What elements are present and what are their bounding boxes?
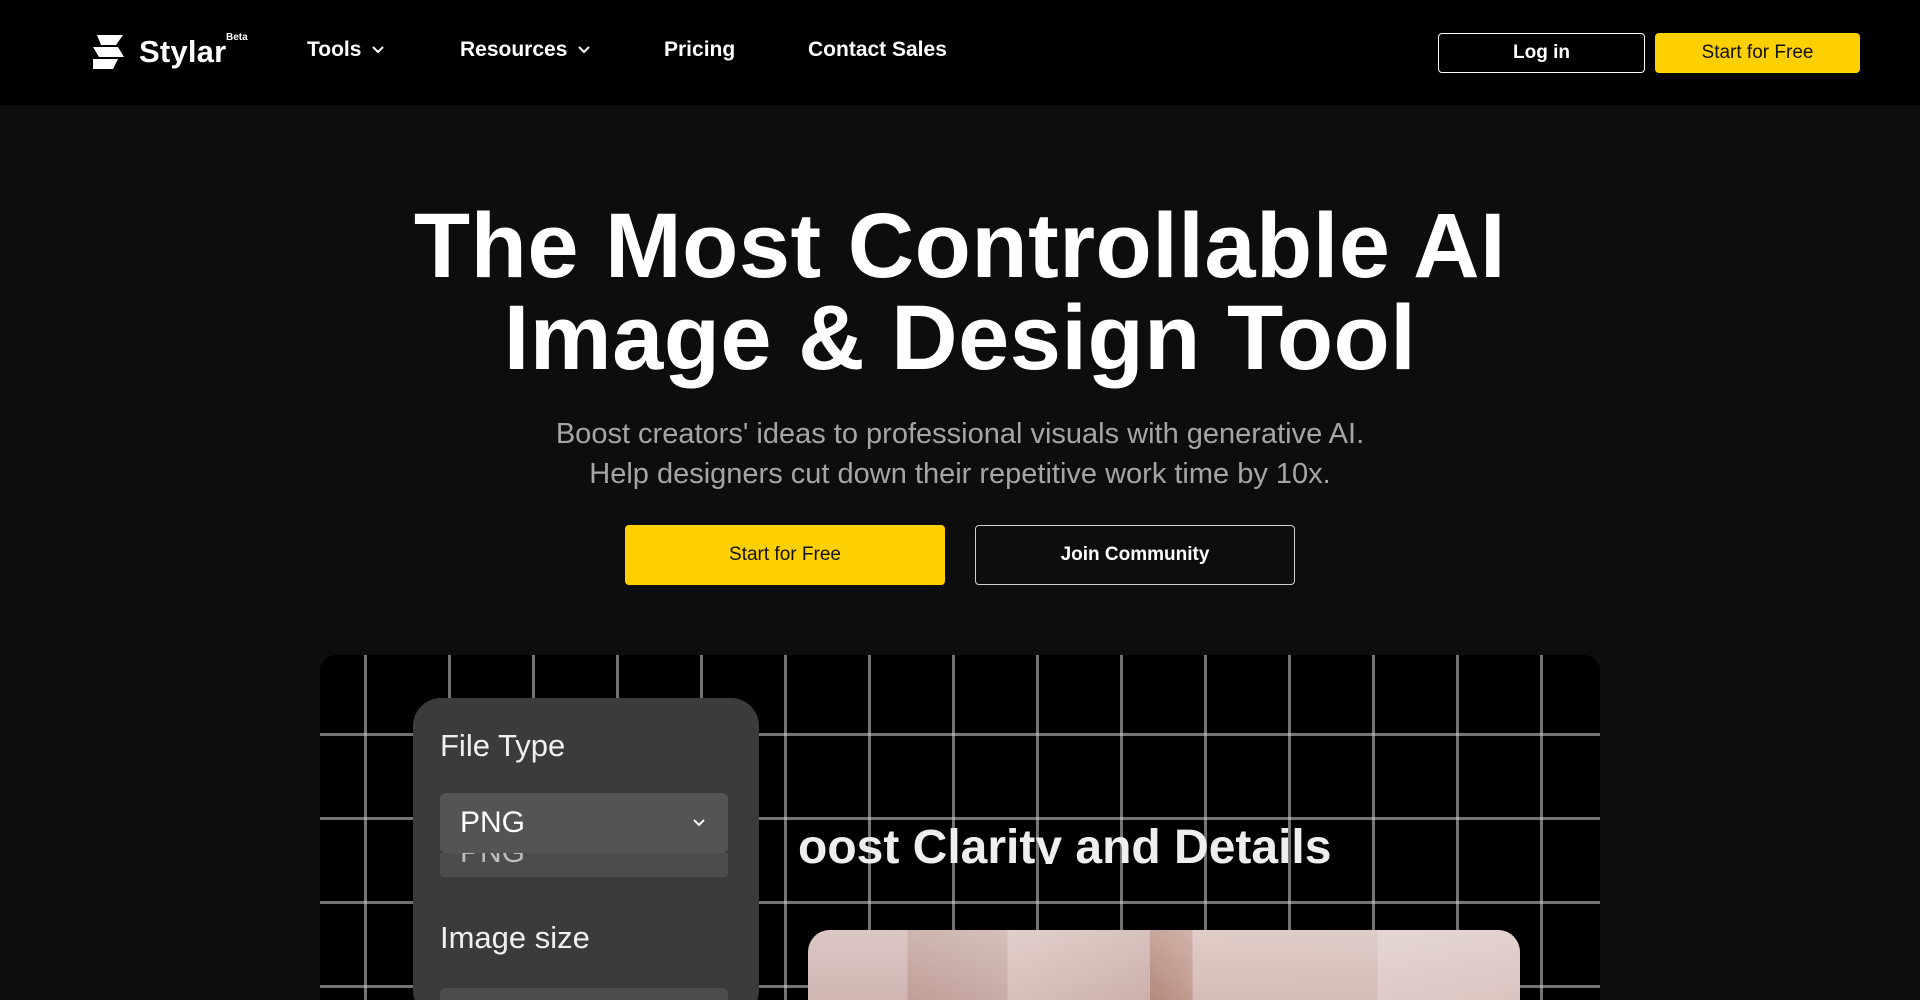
image-size-select[interactable] — [440, 988, 728, 1000]
beta-badge: Beta — [226, 32, 248, 43]
file-type-value: PNG — [460, 806, 526, 839]
hero-subtitle: Boost creators' ideas to professional vi… — [0, 414, 1920, 494]
demo-image-overlay — [808, 930, 1520, 1000]
hero-subtitle-line1: Boost creators' ideas to professional vi… — [555, 418, 1365, 450]
brand-name: Stylar — [139, 34, 227, 69]
file-type-option-preview: PNG — [440, 853, 728, 877]
hero-title: The Most Controllable AI Image & Design … — [0, 200, 1920, 384]
file-type-select[interactable]: PNG — [440, 793, 728, 853]
nav-tools[interactable]: Tools — [307, 38, 385, 62]
product-demo-preview: File Type PNG PNG Image size oost Clarit… — [320, 655, 1600, 1000]
nav-resources[interactable]: Resources — [460, 38, 591, 62]
start-free-hero-button[interactable]: Start for Free — [625, 525, 945, 585]
file-type-option-text: PNG — [460, 853, 525, 870]
chevron-down-icon — [372, 46, 385, 54]
image-size-label: Image size — [440, 920, 590, 955]
hero-title-line1: The Most Controllable AI — [413, 195, 1507, 297]
join-community-button[interactable]: Join Community — [975, 525, 1295, 585]
export-settings-panel: File Type PNG PNG Image size — [413, 698, 759, 1000]
demo-heading: oost Clarity and Details — [798, 821, 1332, 864]
nav-tools-label: Tools — [307, 38, 362, 61]
nav-contact-sales-label: Contact Sales — [808, 38, 947, 61]
stylar-logo-icon — [93, 35, 124, 69]
start-free-nav-button[interactable]: Start for Free — [1655, 33, 1860, 73]
file-type-label: File Type — [440, 728, 566, 763]
hero-title-line2: Image & Design Tool — [503, 287, 1417, 389]
brand-logo[interactable]: Stylar Beta — [88, 32, 248, 72]
chevron-down-icon — [578, 46, 591, 54]
chevron-down-icon — [693, 819, 705, 827]
nav-contact-sales[interactable]: Contact Sales — [808, 38, 947, 62]
nav-pricing-label: Pricing — [664, 38, 736, 61]
top-navbar: Stylar Beta Tools Resources Pricing Cont… — [0, 0, 1920, 105]
hero-subtitle-line2: Help designers cut down their repetitive… — [589, 458, 1331, 490]
nav-pricing[interactable]: Pricing — [664, 38, 735, 62]
nav-resources-label: Resources — [460, 38, 568, 61]
login-button[interactable]: Log in — [1438, 33, 1645, 73]
